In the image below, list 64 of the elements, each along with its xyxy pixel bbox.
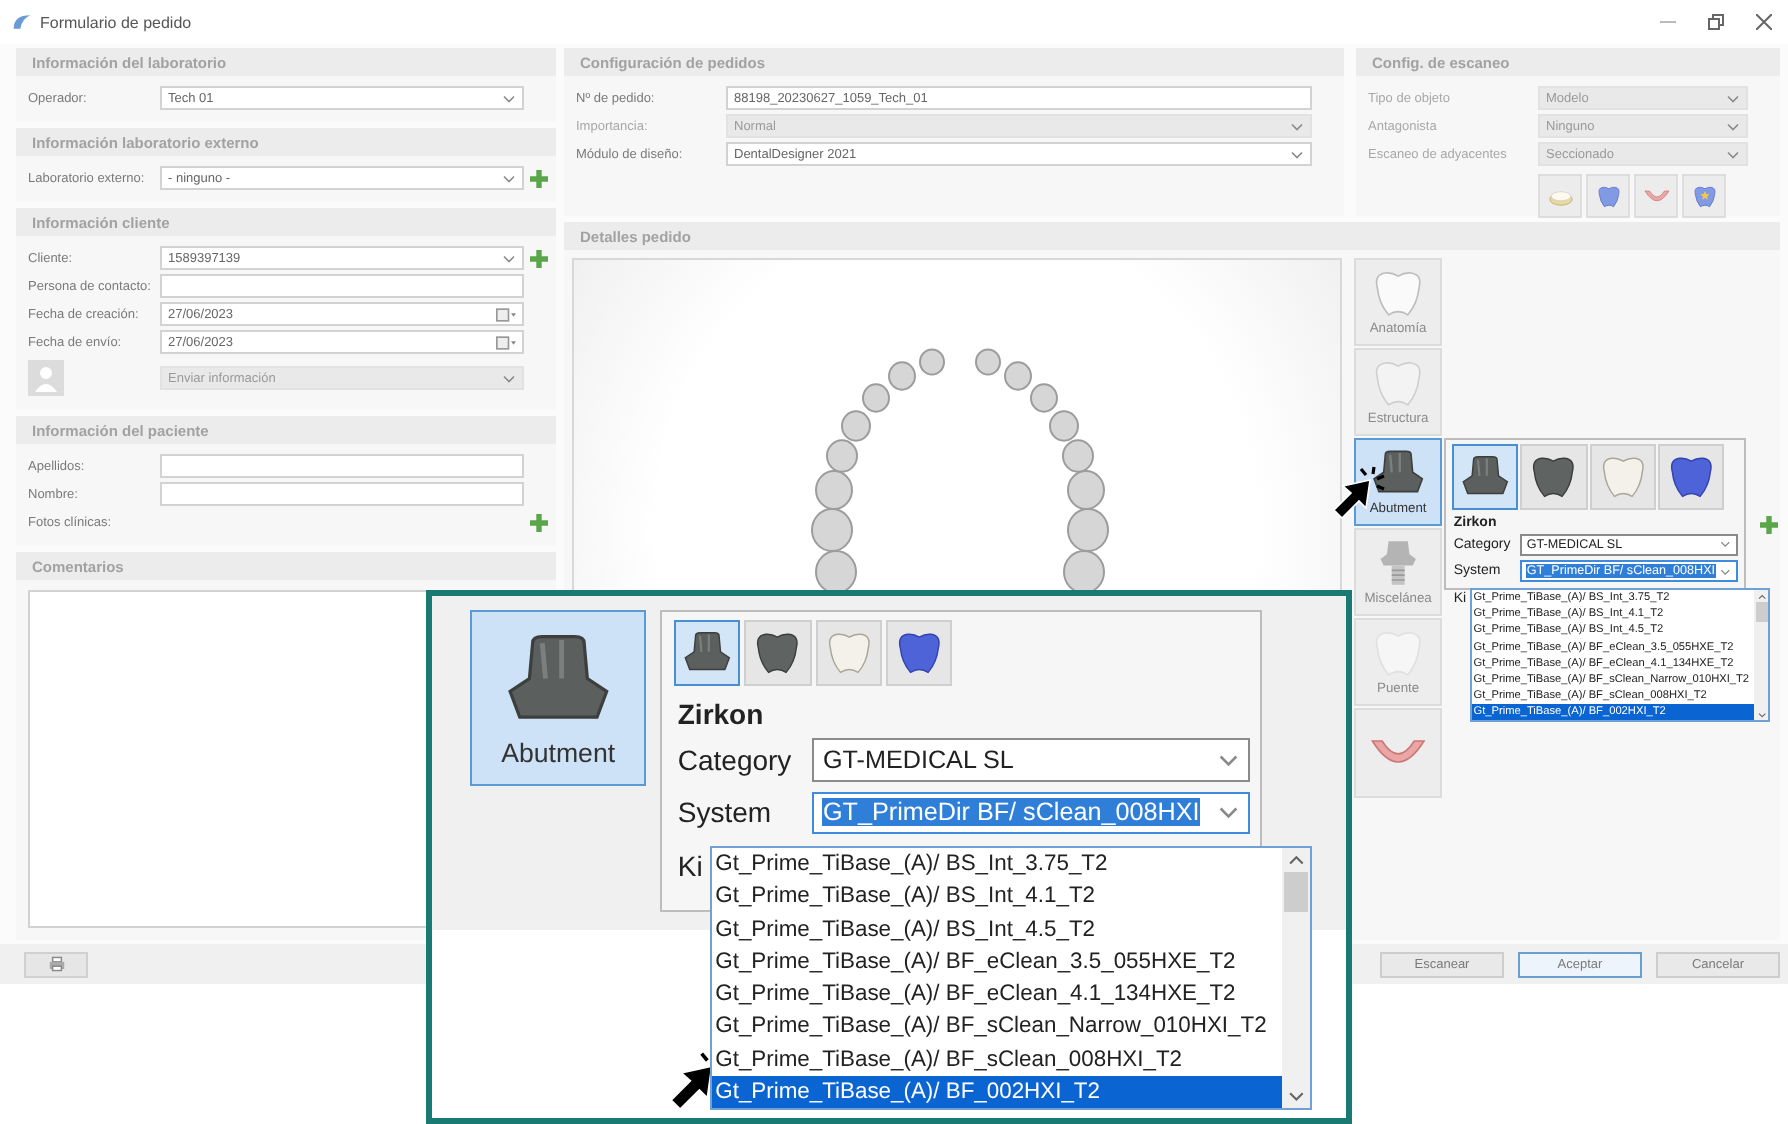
chevron-down-icon xyxy=(502,253,516,263)
chevron-down-icon xyxy=(1726,93,1740,103)
text-field[interactable] xyxy=(160,454,524,478)
add-icon[interactable] xyxy=(1760,516,1778,534)
scrollbar[interactable] xyxy=(1281,848,1310,1109)
restore-icon[interactable] xyxy=(1708,14,1724,30)
chevron-up-icon[interactable] xyxy=(1757,593,1766,600)
scan-type-button[interactable] xyxy=(1538,174,1582,218)
add-icon[interactable] xyxy=(530,249,548,267)
field-label: System xyxy=(675,796,774,829)
scan-type-button[interactable] xyxy=(1634,174,1678,218)
material-option-button[interactable] xyxy=(886,619,953,686)
scrollbar[interactable] xyxy=(1754,590,1769,721)
add-icon[interactable] xyxy=(530,169,548,187)
chevron-down-icon xyxy=(1726,149,1740,159)
chevron-down-icon xyxy=(502,93,516,103)
tooth-icon xyxy=(1593,183,1623,209)
list-option[interactable]: Gt_Prime_TiBase_(A)/ BF_eClean_3.5_055HXE_T2 xyxy=(711,945,1282,979)
chevron-down-icon xyxy=(502,173,516,183)
chevron-down-icon xyxy=(1720,567,1732,576)
list-option[interactable]: Gt_Prime_TiBase_(A)/ BF_eClean_4.1_134HXE_T2 xyxy=(711,978,1282,1011)
scan-type-button[interactable] xyxy=(1586,174,1630,218)
chevron-down-icon xyxy=(1720,540,1732,550)
material-option-button[interactable] xyxy=(1451,443,1519,511)
material-option-button[interactable] xyxy=(673,619,741,686)
text-field[interactable] xyxy=(160,482,524,506)
printer-icon xyxy=(47,956,65,972)
app-icon xyxy=(12,12,32,32)
tooth-icon xyxy=(1689,183,1719,209)
print-button[interactable] xyxy=(24,951,88,977)
add-icon[interactable] xyxy=(530,513,548,531)
chevron-down-icon xyxy=(1726,121,1740,131)
scrollbar-thumb[interactable] xyxy=(1756,602,1768,622)
chevron-down-icon[interactable] xyxy=(1287,1089,1305,1103)
calendar-icon[interactable] xyxy=(496,307,516,321)
list-option[interactable]: Gt_Prime_TiBase_(A)/ BF_002HXI_T2 xyxy=(711,1075,1282,1109)
field-label: Category xyxy=(675,743,794,776)
chevron-down-icon xyxy=(1290,121,1304,131)
list-option[interactable]: Gt_Prime_TiBase_(A)/ BS_Int_4.1_T2 xyxy=(711,880,1282,914)
dropdown[interactable]: GT-MEDICAL SL xyxy=(812,737,1250,782)
close-icon[interactable] xyxy=(1756,14,1772,30)
chevron-down-icon xyxy=(1290,149,1304,159)
chevron-down-icon xyxy=(1217,804,1239,822)
chevron-down-icon xyxy=(502,373,516,383)
scan-type-button[interactable] xyxy=(1682,174,1726,218)
material-option-button[interactable] xyxy=(1520,443,1587,511)
dropdown[interactable]: GT_PrimeDir BF/ sClean_008HXI xyxy=(812,791,1250,835)
scrollbar-thumb[interactable] xyxy=(1284,872,1308,912)
list-option[interactable]: Gt_Prime_TiBase_(A)/ BF_sClean_Narrow_010HXI_T2 xyxy=(711,1010,1282,1044)
tool-button[interactable] xyxy=(1354,708,1443,798)
list-option[interactable]: Gt_Prime_TiBase_(A)/ BF_sClean_008HXI_T2 xyxy=(711,1043,1282,1076)
chevron-down-icon xyxy=(1217,751,1239,768)
field-label: Ki xyxy=(675,849,703,882)
chevron-up-icon[interactable] xyxy=(1287,853,1305,867)
material-option-button[interactable] xyxy=(1657,443,1725,511)
material-name: Zirkon xyxy=(677,698,764,731)
calendar-icon[interactable] xyxy=(496,335,516,349)
window-title: Formulario de pedido xyxy=(40,13,192,31)
tool-button[interactable]: Abutment xyxy=(470,610,647,787)
text-field[interactable] xyxy=(160,274,524,298)
list-option[interactable]: Gt_Prime_TiBase_(A)/ BS_Int_4.5_T2 xyxy=(711,913,1282,946)
chevron-down-icon[interactable] xyxy=(1757,711,1766,718)
material-option-button[interactable] xyxy=(744,619,812,686)
list-option[interactable]: Gt_Prime_TiBase_(A)/ BS_Int_3.75_T2 xyxy=(711,848,1282,881)
